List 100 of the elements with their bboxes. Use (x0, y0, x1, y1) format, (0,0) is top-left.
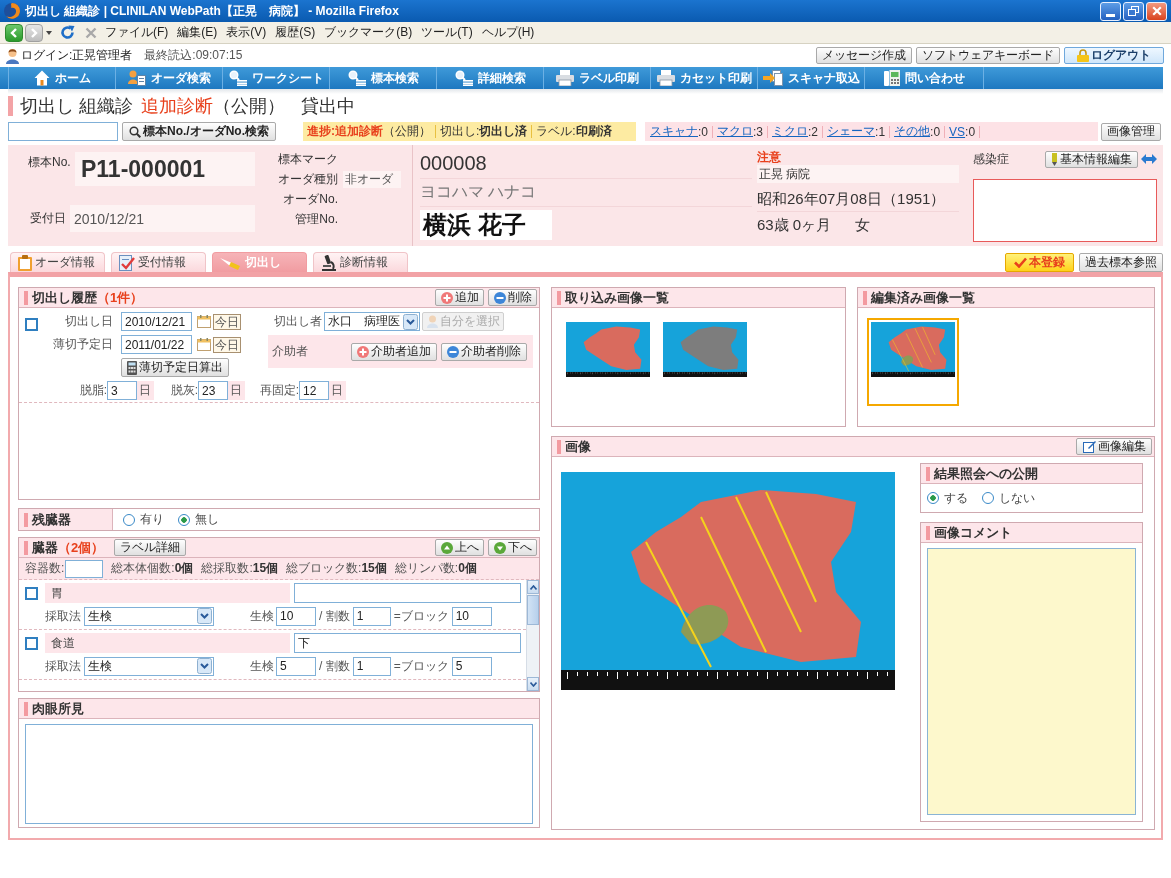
days-field[interactable]: 12 (299, 381, 329, 400)
scroll-up-button[interactable] (527, 580, 539, 594)
publication-text: （公開） (213, 95, 285, 118)
refresh-icon[interactable] (60, 25, 75, 40)
image-type-link[interactable]: ミクロ (772, 123, 809, 140)
date-field[interactable]: 2010/12/21 (121, 312, 192, 331)
header-button[interactable]: メッセージ作成 (816, 47, 912, 64)
search-field[interactable] (8, 122, 118, 141)
add-assistant-button[interactable]: 介助者追加 (351, 342, 437, 361)
note-field[interactable] (294, 583, 521, 603)
add-button[interactable]: 追加 (435, 289, 484, 306)
person-icon (426, 315, 438, 328)
cross-icon[interactable] (85, 26, 97, 39)
caret-icon[interactable] (46, 30, 52, 35)
menu-item[interactable]: ヘルプ(H) (481, 24, 535, 41)
magnifier-list-icon (228, 70, 247, 86)
split-count-field[interactable]: 1 (352, 656, 391, 676)
magnifier-list-icon (347, 70, 366, 86)
method-select[interactable]: 生検 (84, 606, 214, 626)
image-type-link[interactable]: シェーマ (827, 123, 876, 140)
infection-field[interactable] (973, 179, 1157, 242)
checkbox[interactable] (25, 587, 38, 600)
image-manage-button[interactable]: 画像管理 (1101, 122, 1161, 141)
field-label: 薄切予定日 (52, 336, 113, 353)
menu-item[interactable]: ブックマーク(B) (324, 24, 413, 41)
container-count-field[interactable] (65, 559, 104, 578)
radio-button[interactable] (927, 492, 939, 504)
total-text: 総採取数:15個 (201, 560, 279, 577)
label-detail-button[interactable]: ラベル詳細 (114, 539, 187, 556)
arrow-document-icon (762, 70, 783, 86)
date-field[interactable]: 2011/01/22 (121, 335, 192, 354)
image-type-link[interactable]: VS (949, 124, 966, 139)
menu-item[interactable]: 表示(V) (226, 24, 267, 41)
edit-info-button[interactable]: 基本情報編集 (1045, 150, 1138, 168)
clipboard-icon (18, 254, 32, 271)
delete-button[interactable]: 削除 (488, 289, 537, 306)
double-arrow-icon[interactable] (1141, 154, 1157, 164)
calculate-date-button[interactable]: 薄切予定日算出 (121, 358, 229, 377)
header-button[interactable]: ソフトウェアキーボード (916, 47, 1060, 64)
checkbox[interactable] (25, 318, 38, 331)
field-label: 脱灰: (169, 382, 198, 399)
block-count-field[interactable]: 10 (451, 606, 492, 626)
total-text: 総リンパ数:0個 (394, 560, 477, 577)
radio-button[interactable] (178, 513, 190, 526)
menu-item[interactable]: ツール(T) (421, 24, 473, 41)
image-thumbnail[interactable] (867, 318, 959, 406)
radio-button[interactable] (982, 492, 994, 504)
status-text: 切出し:切出し済 (440, 123, 528, 140)
past-specimen-button[interactable]: 過去標本参照 (1079, 252, 1163, 272)
field-label: / 割数 (319, 657, 350, 675)
method-select[interactable]: 生検 (84, 656, 214, 676)
menu-item[interactable]: 履歴(S) (275, 24, 316, 41)
image-thumbnail[interactable] (566, 322, 650, 377)
biopsy-count-field[interactable]: 5 (276, 656, 316, 676)
menu-item[interactable]: 編集(E) (177, 24, 218, 41)
count-text: :1 (875, 124, 886, 139)
split-count-field[interactable]: 1 (352, 606, 391, 626)
tab[interactable]: 診断情報 (313, 252, 408, 272)
image-type-link[interactable]: スキャナ (650, 123, 698, 140)
days-field[interactable]: 3 (107, 381, 137, 400)
close-button[interactable] (1146, 1, 1167, 21)
back-button[interactable] (5, 23, 23, 42)
received-date: 2010/12/21 (70, 205, 255, 232)
today-button[interactable]: 今日 (213, 336, 241, 353)
panel-title: 画像 (565, 437, 591, 456)
image-type-link[interactable]: その他 (894, 123, 931, 140)
calendar-icon[interactable] (197, 315, 211, 328)
move-down-button[interactable]: 下へ (488, 539, 537, 556)
calendar-icon[interactable] (197, 338, 211, 351)
biopsy-count-field[interactable]: 10 (276, 606, 316, 626)
tab[interactable]: オーダ情報 (10, 252, 105, 272)
image-type-link[interactable]: マクロ (717, 123, 753, 140)
scroll-thumb[interactable] (527, 595, 539, 625)
findings-text-area[interactable] (25, 724, 533, 824)
logout-button[interactable]: ログアウト (1064, 47, 1164, 64)
field-label: 採取法 (45, 607, 82, 625)
note-field[interactable]: 下 (294, 633, 521, 653)
scroll-down-button[interactable] (527, 677, 539, 691)
move-up-button[interactable]: 上へ (435, 539, 484, 556)
image-thumbnail[interactable] (663, 322, 747, 377)
down-chevron-icon (529, 681, 537, 687)
minimize-button[interactable] (1100, 1, 1121, 21)
restore-button[interactable] (1123, 1, 1144, 21)
delete-assistant-button[interactable]: 介助者削除 (441, 342, 527, 361)
scrollbar[interactable] (526, 580, 539, 691)
edit-image-button[interactable]: 画像編集 (1076, 438, 1152, 455)
tab[interactable]: 受付情報 (111, 252, 206, 272)
up-chevron-icon (529, 584, 537, 590)
field-label: 再固定: (258, 382, 299, 399)
radio-button[interactable] (123, 513, 135, 526)
radio-label: しない (999, 489, 1035, 507)
search-button[interactable]: 標本No./オーダNo.検索 (122, 122, 276, 141)
checkbox[interactable] (25, 637, 38, 650)
days-field[interactable]: 23 (198, 381, 228, 400)
total-text: 総ブロック数:15個 (286, 560, 387, 577)
today-button[interactable]: 今日 (213, 313, 241, 330)
cutter-select[interactable]: 水口 病理医 (324, 312, 420, 331)
menu-item[interactable]: ファイル(F) (105, 24, 169, 41)
panel-title: 画像コメント (934, 523, 1012, 542)
block-count-field[interactable]: 5 (451, 656, 492, 676)
